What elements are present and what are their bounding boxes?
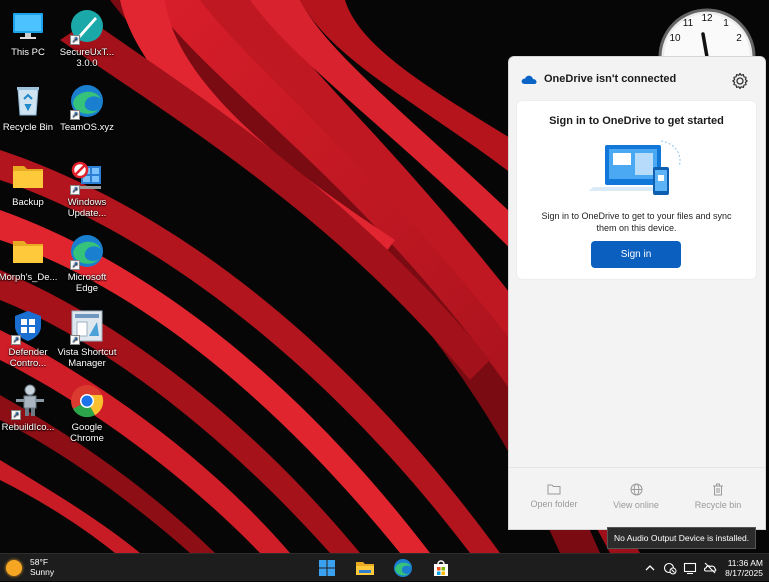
- globe-icon: [630, 483, 642, 496]
- chevron-up-icon[interactable]: [643, 561, 657, 575]
- open-folder-label: Open folder: [530, 499, 578, 509]
- shortcut-arrow-icon: ↗: [11, 335, 21, 345]
- robot-icon: ↗: [10, 383, 46, 420]
- edge-icon: ↗: [69, 83, 105, 120]
- onedrive-flyout: OneDrive isn't connected Sign in to OneD…: [508, 56, 766, 530]
- microsoft-store-icon[interactable]: [431, 558, 451, 578]
- devices-sync-illustration: [589, 140, 681, 195]
- folder-icon: [10, 158, 46, 194]
- desktop-icon-label: Microsoft Edge: [67, 272, 107, 294]
- desktop-icon-recycle-bin[interactable]: Recycle Bin: [0, 83, 59, 133]
- desktop-icon-label: SecureUxT... 3.0.0: [59, 47, 115, 69]
- file-explorer-icon[interactable]: [355, 558, 375, 578]
- weather-text: 58°F Sunny: [30, 557, 55, 577]
- onedrive-title: OneDrive isn't connected: [544, 73, 677, 85]
- desktop-icon-label: Backup: [12, 197, 44, 208]
- onedrive-signin-card: Sign in to OneDrive to get started Sign …: [517, 101, 756, 279]
- recycle-bin-icon: [10, 83, 46, 119]
- edge-icon[interactable]: [393, 558, 413, 578]
- weather-widget[interactable]: 58°F Sunny: [6, 557, 55, 577]
- desktop-icon-label: Defender Contro...: [8, 347, 48, 369]
- weather-condition: Sunny: [30, 566, 55, 577]
- desktop-icon-morphs-desktop[interactable]: Morph's_De...: [0, 233, 59, 283]
- onedrive-offline-icon[interactable]: [703, 561, 717, 575]
- sun-icon: [6, 559, 22, 576]
- view-online-label: View online: [613, 500, 659, 510]
- clock-numeral: 10: [669, 33, 681, 44]
- desktop-icon-backup[interactable]: Backup: [0, 158, 59, 208]
- taskbar-date: 8/17/2025: [725, 568, 763, 578]
- shortcut-manager-icon: ↗: [69, 308, 105, 345]
- shortcut-arrow-icon: ↗: [70, 35, 80, 45]
- sign-in-button[interactable]: Sign in: [591, 241, 681, 268]
- system-tray: 11:36 AM 8/17/2025: [640, 554, 763, 582]
- shortcut-arrow-icon: ↗: [70, 335, 80, 345]
- display-icon[interactable]: [683, 561, 697, 575]
- desktop-icon-rebuildicon[interactable]: ↗ RebuildIco...: [0, 383, 59, 433]
- signin-card-description: Sign in to OneDrive to get to your files…: [541, 211, 732, 233]
- desktop-icon-label: This PC: [11, 47, 45, 58]
- desktop-icon-label: RebuildIco...: [1, 422, 55, 433]
- desktop-icon-defender-control[interactable]: ↗ Defender Contro...: [0, 308, 59, 369]
- edge-icon: ↗: [69, 233, 105, 270]
- clock-numeral: 12: [701, 13, 713, 24]
- desktop-icon-label: Recycle Bin: [2, 122, 54, 133]
- windows-update-blocker-icon: ↗: [69, 158, 105, 195]
- desktop-icon-windows-update[interactable]: ↗ Windows Update...: [56, 158, 118, 219]
- clock-numeral: 11: [683, 18, 694, 29]
- shortcut-arrow-icon: ↗: [70, 260, 80, 270]
- desktop-icon-google-chrome[interactable]: Google Chrome: [56, 383, 118, 444]
- view-online-button[interactable]: View online: [598, 483, 674, 510]
- gear-icon[interactable]: [731, 72, 749, 90]
- shortcut-arrow-icon: ↗: [70, 185, 80, 195]
- desktop-icon-teamos[interactable]: ↗ TeamOS.xyz: [56, 83, 118, 133]
- desktop-icon-label: TeamOS.xyz: [60, 122, 114, 133]
- clock-numeral: 1: [723, 18, 729, 29]
- desktop-icon-label: Morph's_De...: [0, 272, 58, 283]
- shield-icon: ↗: [10, 308, 46, 345]
- audio-tooltip: No Audio Output Device is installed.: [607, 527, 757, 549]
- paintbrush-icon: ↗: [69, 8, 105, 45]
- signin-card-title: Sign in to OneDrive to get started: [549, 115, 724, 127]
- folder-icon: [547, 484, 561, 495]
- trash-icon: [713, 483, 723, 496]
- desktop-icon-label: Vista Shortcut Manager: [57, 347, 117, 369]
- desktop-icon-vista-shortcut-manager[interactable]: ↗ Vista Shortcut Manager: [56, 308, 118, 369]
- desktop-icon-microsoft-edge[interactable]: ↗ Microsoft Edge: [56, 233, 118, 294]
- shortcut-arrow-icon: ↗: [70, 110, 80, 120]
- monitor-icon: [10, 8, 46, 44]
- onedrive-cloud-icon: [521, 75, 537, 84]
- desktop-icon-label: Windows Update...: [67, 197, 107, 219]
- taskbar-time: 11:36 AM: [727, 558, 763, 568]
- taskbar: 58°F Sunny 11:36 AM 8/17/2025: [0, 553, 769, 581]
- onedrive-header: OneDrive isn't connected: [521, 73, 676, 85]
- desktop-icon-this-pc[interactable]: This PC: [0, 8, 59, 58]
- recycle-bin-label: Recycle bin: [694, 500, 742, 510]
- clock-numeral: 2: [736, 33, 742, 44]
- footer-divider: [509, 467, 765, 468]
- taskbar-clock[interactable]: 11:36 AM 8/17/2025: [725, 558, 763, 578]
- recycle-bin-button[interactable]: Recycle bin: [680, 483, 756, 510]
- desktop-icon-label: Google Chrome: [70, 422, 104, 444]
- windows-start-icon[interactable]: [317, 558, 337, 578]
- folder-icon: [10, 233, 46, 269]
- shortcut-arrow-icon: ↗: [11, 410, 21, 420]
- network-disconnected-icon[interactable]: [663, 561, 677, 575]
- desktop-icon-secureuxtheme[interactable]: ↗ SecureUxT... 3.0.0: [56, 8, 118, 69]
- open-folder-button[interactable]: Open folder: [516, 483, 592, 509]
- chrome-icon: [69, 383, 105, 419]
